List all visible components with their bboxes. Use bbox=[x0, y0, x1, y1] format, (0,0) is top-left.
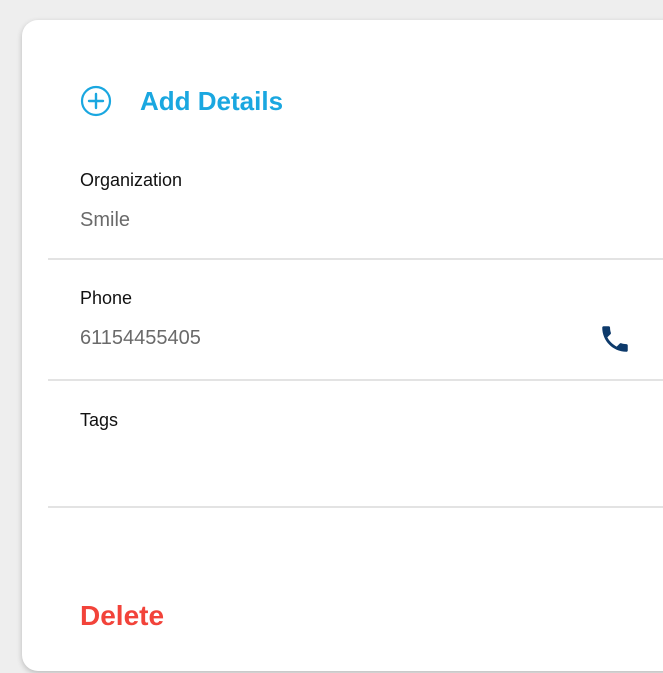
divider bbox=[48, 379, 663, 381]
divider bbox=[48, 506, 663, 508]
delete-button[interactable]: Delete bbox=[80, 600, 164, 632]
plus-circle-icon bbox=[80, 85, 112, 117]
add-details-label: Add Details bbox=[140, 85, 284, 116]
tags-label: Tags bbox=[80, 410, 119, 430]
phone-icon[interactable] bbox=[598, 322, 632, 356]
organization-field[interactable]: Organization Smile bbox=[80, 170, 182, 232]
add-details-button[interactable]: Add Details bbox=[80, 85, 283, 117]
divider bbox=[48, 258, 663, 260]
organization-label: Organization bbox=[80, 170, 183, 190]
tags-field[interactable]: Tags bbox=[80, 410, 118, 449]
phone-value: 61154455405 bbox=[80, 327, 201, 349]
phone-label: Phone bbox=[80, 288, 133, 308]
organization-value: Smile bbox=[80, 209, 131, 231]
phone-field[interactable]: Phone 61154455405 bbox=[80, 288, 201, 350]
contact-details-card: Add Details Organization Smile Phone 611… bbox=[22, 20, 663, 671]
